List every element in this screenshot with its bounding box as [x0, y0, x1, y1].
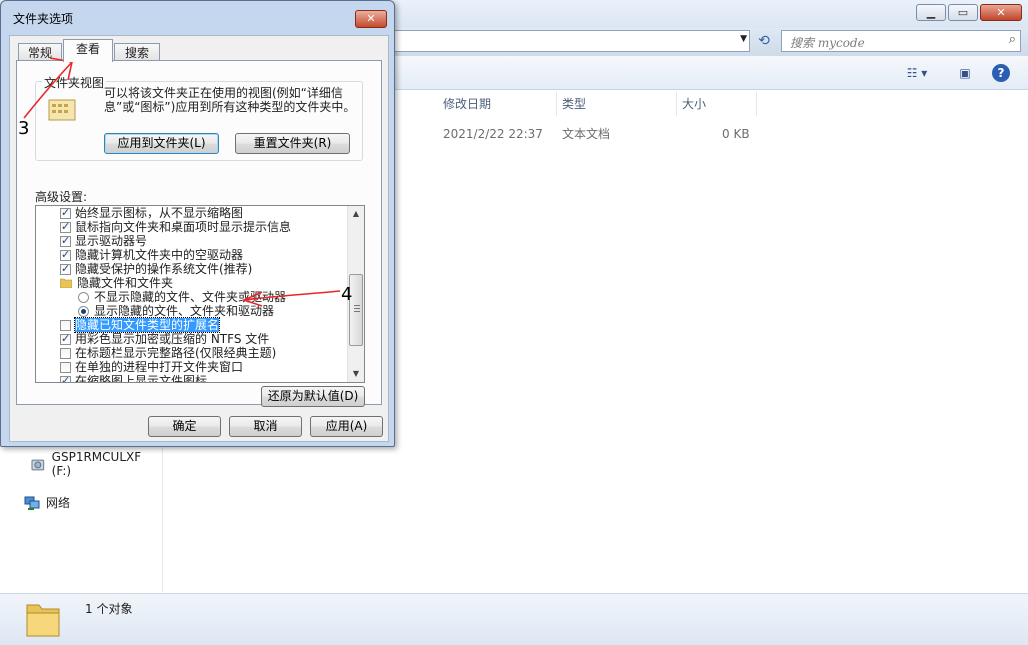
setting-item[interactable]: 在单独的进程中打开文件夹窗口	[60, 360, 243, 374]
maximize-button[interactable]: ▭	[948, 4, 978, 21]
checkbox[interactable]	[60, 206, 71, 220]
file-type: 文本文档	[562, 127, 611, 141]
item-count: 1 个对象	[85, 602, 133, 616]
group-title: 文件夹视图	[42, 74, 107, 91]
view-tab-panel: 文件夹视图 可以将该文件夹正在使用的视图(例如“详细信息”或“图标”)应用到所有…	[16, 60, 382, 407]
folder-icon	[26, 604, 60, 637]
setting-label: 在单独的进程中打开文件夹窗口	[75, 360, 244, 374]
file-date: 2021/2/22 22:37	[443, 127, 543, 141]
nav-item-label: GSP1RMCULXF (F:)	[51, 450, 142, 478]
setting-item[interactable]: 隐藏受保护的操作系统文件(推荐)	[60, 262, 252, 276]
column-size[interactable]: 大小	[682, 92, 706, 116]
dialog-body: 常规 查看 搜索 文件夹视图 可以将该文件夹正在使用的视图(例如“详细信息”或“…	[9, 35, 389, 442]
setting-label: 不显示隐藏的文件、文件夹或驱动器	[94, 290, 287, 304]
checkbox[interactable]	[60, 347, 71, 359]
checkbox[interactable]	[60, 248, 71, 262]
nav-item-drive[interactable]: GSP1RMCULXF (F:)	[30, 450, 162, 478]
setting-label: 在缩略图上显示文件图标	[75, 374, 208, 383]
checkbox[interactable]	[60, 234, 71, 248]
search-icon[interactable]: ⌕	[1009, 32, 1016, 47]
setting-label: 隐藏已知文件类型的扩展名	[73, 317, 221, 333]
setting-item[interactable]: 显示隐藏的文件、文件夹和驱动器	[78, 304, 274, 318]
minimize-icon: ▁	[926, 6, 936, 19]
folder-icon	[60, 278, 72, 288]
setting-item[interactable]: 显示驱动器号	[60, 234, 147, 248]
setting-group-label: 隐藏文件和文件夹	[77, 276, 174, 290]
checkbox[interactable]	[60, 361, 71, 373]
setting-item[interactable]: 隐藏计算机文件夹中的空驱动器	[60, 248, 243, 262]
column-date[interactable]: 修改日期	[443, 92, 491, 116]
preview-pane-icon[interactable]: ▣	[956, 64, 974, 82]
address-bar[interactable]: ▼	[390, 30, 750, 52]
setting-group: 隐藏文件和文件夹	[60, 276, 173, 290]
setting-item[interactable]: 始终显示图标，从不显示缩略图	[60, 206, 243, 220]
checkbox[interactable]	[60, 319, 71, 331]
setting-item[interactable]: 在标题栏显示完整路径(仅限经典主题)	[60, 346, 276, 360]
advanced-settings-label: 高级设置:	[35, 190, 88, 204]
setting-label: 鼠标指向文件夹和桌面项时显示提示信息	[75, 220, 292, 234]
cancel-button[interactable]: 取消	[229, 416, 302, 437]
setting-label: 显示驱动器号	[75, 234, 148, 248]
folder-view-icon	[48, 99, 76, 121]
checkbox[interactable]	[60, 262, 71, 276]
chevron-down-icon[interactable]: ▼	[740, 34, 747, 44]
nav-item-network[interactable]: 网络	[24, 494, 70, 511]
radio-button[interactable]	[78, 305, 89, 317]
setting-item[interactable]: 鼠标指向文件夹和桌面项时显示提示信息	[60, 220, 291, 234]
setting-item[interactable]: 用彩色显示加密或压缩的 NTFS 文件	[60, 332, 269, 346]
apply-button[interactable]: 应用(A)	[310, 416, 383, 437]
tab-view[interactable]: 查看	[63, 39, 113, 62]
annotation-step-4: 4	[341, 284, 353, 305]
dialog-title: 文件夹选项	[13, 12, 74, 26]
setting-label: 用彩色显示加密或压缩的 NTFS 文件	[75, 332, 270, 346]
advanced-settings-list[interactable]: 始终显示图标，从不显示缩略图 鼠标指向文件夹和桌面项时显示提示信息 显示驱动器号…	[35, 205, 365, 383]
file-size: 0 KB	[722, 127, 750, 141]
setting-item-selected[interactable]: 隐藏已知文件类型的扩展名	[60, 317, 221, 333]
view-options-icon[interactable]: ☷ ▾	[900, 64, 934, 82]
setting-label: 隐藏计算机文件夹中的空驱动器	[75, 248, 244, 262]
folder-views-group: 文件夹视图 可以将该文件夹正在使用的视图(例如“详细信息”或“图标”)应用到所有…	[35, 74, 363, 161]
checkbox[interactable]	[60, 220, 71, 234]
column-divider[interactable]	[676, 92, 677, 116]
restore-defaults-button[interactable]: 还原为默认值(D)	[261, 386, 365, 407]
folder-views-description: 可以将该文件夹正在使用的视图(例如“详细信息”或“图标”)应用到所有这种类型的文…	[104, 86, 356, 114]
search-input[interactable]: 搜索 mycode ⌕	[781, 30, 1021, 52]
column-divider[interactable]	[756, 92, 757, 116]
setting-label: 隐藏受保护的操作系统文件(推荐)	[75, 262, 253, 276]
drive-icon	[31, 459, 45, 471]
maximize-icon: ▭	[957, 6, 969, 19]
checkbox[interactable]	[60, 374, 71, 382]
scroll-down-icon[interactable]: ▼	[348, 366, 364, 382]
scroll-up-icon[interactable]: ▲	[348, 206, 364, 222]
setting-item[interactable]: 不显示隐藏的文件、文件夹或驱动器	[78, 290, 286, 304]
reset-folders-button[interactable]: 重置文件夹(R)	[235, 133, 350, 154]
network-icon	[24, 496, 40, 510]
refresh-icon[interactable]: ⟲	[754, 31, 774, 51]
checkbox[interactable]	[60, 332, 71, 346]
ok-button[interactable]: 确定	[148, 416, 221, 437]
close-icon: ✕	[366, 12, 376, 25]
details-pane: 1 个对象	[0, 593, 1028, 645]
navigation-pane: GSP1RMCULXF (F:) 网络	[0, 440, 163, 592]
annotation-step-3: 3	[18, 118, 30, 139]
setting-label: 在标题栏显示完整路径(仅限经典主题)	[75, 346, 277, 360]
search-placeholder: 搜索 mycode	[790, 36, 865, 50]
close-window-button[interactable]: ✕	[980, 4, 1022, 21]
setting-label: 显示隐藏的文件、文件夹和驱动器	[94, 304, 275, 318]
folder-options-dialog: 文件夹选项 ✕ 常规 查看 搜索 文件夹视图 可以将该文件夹正在使用的视图(例如…	[0, 0, 395, 447]
window-controls: ▁ ▭ ✕	[914, 4, 1022, 21]
column-divider[interactable]	[556, 92, 557, 116]
setting-item[interactable]: 在缩略图上显示文件图标	[60, 374, 208, 383]
apply-to-folders-button[interactable]: 应用到文件夹(L)	[104, 133, 219, 154]
setting-label: 始终显示图标，从不显示缩略图	[75, 206, 244, 220]
radio-button[interactable]	[78, 291, 89, 303]
dialog-close-button[interactable]: ✕	[355, 10, 387, 28]
nav-item-label: 网络	[46, 496, 71, 510]
minimize-button[interactable]: ▁	[916, 4, 946, 21]
close-icon: ✕	[996, 6, 1006, 19]
column-type[interactable]: 类型	[562, 92, 586, 116]
help-icon[interactable]: ?	[992, 64, 1010, 82]
